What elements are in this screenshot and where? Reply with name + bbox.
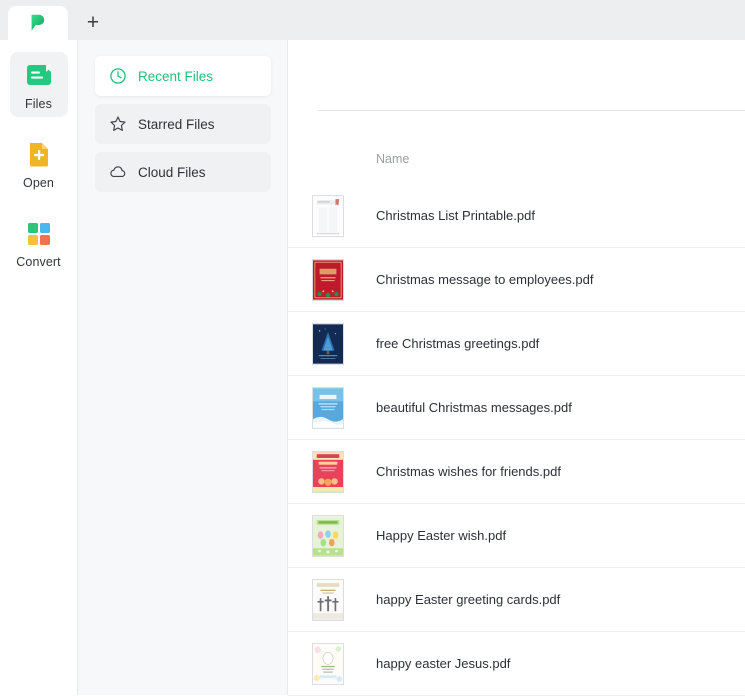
happy-easter-greeting-cards-thumb-icon bbox=[310, 578, 346, 622]
nav-item-cloud-files-label: Cloud Files bbox=[138, 164, 206, 180]
nav-item-recent-files[interactable]: Recent Files bbox=[95, 56, 271, 96]
nav-item-starred-files-label: Starred Files bbox=[138, 116, 215, 132]
free-christmas-greetings-thumb-icon bbox=[310, 322, 346, 366]
rail-item-files-label: Files bbox=[25, 97, 52, 111]
tab-bar: + bbox=[0, 0, 745, 40]
column-header-name: Name bbox=[376, 152, 410, 166]
table-row[interactable]: Christmas List Printable.pdf bbox=[288, 184, 745, 248]
nav-item-starred-files[interactable]: Starred Files bbox=[95, 104, 271, 144]
christmas-message-employees-thumb-icon bbox=[310, 258, 346, 302]
convert-icon bbox=[24, 218, 54, 248]
app-body: Files Open Convert Recent Files Starred … bbox=[0, 40, 745, 696]
christmas-list-printable-thumb-icon bbox=[310, 194, 346, 238]
cloud-icon bbox=[109, 163, 127, 181]
rail-item-open-label: Open bbox=[23, 176, 54, 190]
table-row[interactable]: free Christmas greetings.pdf bbox=[288, 312, 745, 376]
table-row[interactable]: Christmas wishes for friends.pdf bbox=[288, 440, 745, 504]
table-row[interactable]: Christmas message to employees.pdf bbox=[288, 248, 745, 312]
files-icon bbox=[24, 60, 54, 90]
happy-easter-jesus-thumb-icon bbox=[310, 642, 346, 686]
file-name: happy easter Jesus.pdf bbox=[376, 656, 511, 671]
nav-item-cloud-files[interactable]: Cloud Files bbox=[95, 152, 271, 192]
beautiful-christmas-messages-thumb-icon bbox=[310, 386, 346, 430]
table-row[interactable]: Happy Easter wish.pdf bbox=[288, 504, 745, 568]
content-divider bbox=[318, 110, 745, 111]
rail-item-open[interactable]: Open bbox=[10, 131, 68, 196]
rail-item-convert-label: Convert bbox=[16, 255, 61, 269]
star-icon bbox=[109, 115, 127, 133]
table-row[interactable]: happy Easter greeting cards.pdf bbox=[288, 568, 745, 632]
file-name: Christmas wishes for friends.pdf bbox=[376, 464, 561, 479]
left-rail: Files Open Convert bbox=[0, 40, 78, 695]
file-name: Christmas List Printable.pdf bbox=[376, 208, 535, 223]
browser-tab-active[interactable] bbox=[8, 6, 68, 40]
new-tab-button[interactable]: + bbox=[76, 7, 110, 37]
table-row[interactable]: happy easter Jesus.pdf bbox=[288, 632, 745, 696]
nav-item-recent-files-label: Recent Files bbox=[138, 68, 214, 84]
file-name: beautiful Christmas messages.pdf bbox=[376, 400, 572, 415]
pdf-app-logo-icon bbox=[27, 12, 49, 34]
clock-icon bbox=[109, 67, 127, 85]
main-content: Name Christmas List Printable.pdf Christ… bbox=[288, 40, 745, 696]
file-list: Christmas List Printable.pdf Christmas m… bbox=[288, 184, 745, 696]
file-name: Christmas message to employees.pdf bbox=[376, 272, 594, 287]
file-name: happy Easter greeting cards.pdf bbox=[376, 592, 561, 607]
file-name: free Christmas greetings.pdf bbox=[376, 336, 540, 351]
rail-item-files[interactable]: Files bbox=[9, 52, 68, 117]
happy-easter-wish-thumb-icon bbox=[310, 514, 346, 558]
nav-panel: Recent Files Starred Files Cloud Files bbox=[78, 40, 288, 695]
open-icon bbox=[24, 139, 54, 169]
christmas-wishes-friends-thumb-icon bbox=[310, 450, 346, 494]
file-name: Happy Easter wish.pdf bbox=[376, 528, 507, 543]
table-row[interactable]: beautiful Christmas messages.pdf bbox=[288, 376, 745, 440]
rail-item-convert[interactable]: Convert bbox=[10, 210, 68, 275]
